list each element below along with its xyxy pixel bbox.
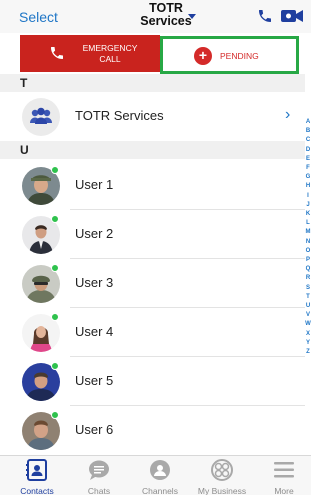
group-avatar [22, 98, 60, 136]
alphabet-index[interactable]: ABCDEFGHIJKLMNOPQRSTUVWXYZ [305, 118, 311, 357]
online-status-indicator [51, 166, 59, 174]
pending-button[interactable]: + PENDING [160, 36, 299, 74]
index-letter[interactable]: Q [305, 265, 311, 274]
index-letter[interactable]: D [305, 146, 311, 155]
online-status-indicator [51, 313, 59, 321]
index-letter[interactable]: Y [305, 339, 311, 348]
online-status-indicator [51, 264, 59, 272]
emergency-call-label-line2: CALL [99, 54, 121, 64]
index-letter[interactable]: I [305, 192, 311, 201]
index-letter[interactable]: J [305, 201, 311, 210]
pending-label: PENDING [220, 51, 259, 61]
chevron-right-icon: › [285, 106, 291, 123]
phone-icon[interactable] [257, 8, 273, 24]
index-letter[interactable]: G [305, 173, 311, 182]
tab-more-label: More [274, 486, 294, 495]
add-alert-icon: + [194, 47, 212, 65]
index-letter[interactable]: S [305, 284, 311, 293]
index-letter[interactable]: C [305, 136, 311, 145]
chats-icon [89, 460, 109, 480]
index-letter[interactable]: W [305, 320, 311, 329]
tab-bar: Contacts Chats Channels My Business More [0, 455, 311, 495]
group-name: TOTR Services [75, 108, 164, 123]
index-letter[interactable]: H [305, 182, 311, 191]
phone-icon [51, 47, 63, 59]
video-camera-icon[interactable] [281, 9, 303, 23]
contacts-icon [26, 459, 47, 481]
online-status-indicator [51, 215, 59, 223]
contact-name: User 5 [75, 373, 114, 388]
contact-name: User 6 [75, 422, 114, 437]
contact-row[interactable]: User 1 [0, 161, 305, 210]
index-letter[interactable]: M [305, 228, 311, 237]
menu-icon [274, 462, 294, 478]
contact-row[interactable]: User 2 [0, 210, 305, 259]
index-letter[interactable]: O [305, 247, 311, 256]
contact-name: User 2 [75, 226, 114, 241]
index-letter[interactable]: V [305, 311, 311, 320]
emergency-call-label-line1: EMERGENCY [82, 43, 138, 53]
online-status-indicator [51, 411, 59, 419]
page-title-line2: Services [140, 14, 192, 28]
action-bar: EMERGENCY CALL + PENDING [0, 33, 311, 74]
section-header-t: T [0, 74, 305, 92]
index-letter[interactable]: T [305, 293, 311, 302]
my-business-icon [211, 459, 233, 481]
contact-name: User 1 [75, 177, 114, 192]
select-button[interactable]: Select [19, 9, 58, 25]
contact-name: User 3 [75, 275, 114, 290]
group-row-totr-services[interactable]: TOTR Services › [0, 92, 305, 141]
chevron-down-icon[interactable] [188, 14, 196, 19]
page-title[interactable]: TOTR Services [122, 2, 210, 28]
index-letter[interactable]: B [305, 127, 311, 136]
index-letter[interactable]: N [305, 238, 311, 247]
emergency-call-button[interactable]: EMERGENCY CALL [20, 35, 160, 72]
online-status-indicator [51, 362, 59, 370]
contact-row[interactable]: User 5 [0, 357, 305, 406]
tab-more[interactable]: More [247, 456, 320, 495]
index-letter[interactable]: P [305, 256, 311, 265]
top-bar: Select TOTR Services [0, 0, 311, 33]
index-letter[interactable]: A [305, 118, 311, 127]
emergency-call-label: EMERGENCY CALL [80, 43, 140, 65]
index-letter[interactable]: R [305, 274, 311, 283]
index-letter[interactable]: K [305, 210, 311, 219]
index-letter[interactable]: L [305, 219, 311, 228]
index-letter[interactable]: X [305, 330, 311, 339]
contact-row[interactable]: User 3 [0, 259, 305, 308]
channels-icon [150, 460, 170, 480]
index-letter[interactable]: U [305, 302, 311, 311]
contact-row[interactable]: User 6 [0, 406, 305, 455]
contact-row[interactable]: User 4 [0, 308, 305, 357]
contact-name: User 4 [75, 324, 114, 339]
index-letter[interactable]: Z [305, 348, 311, 357]
people-icon [30, 107, 52, 124]
section-header-u: U [0, 141, 305, 159]
index-letter[interactable]: F [305, 164, 311, 173]
index-letter[interactable]: E [305, 155, 311, 164]
